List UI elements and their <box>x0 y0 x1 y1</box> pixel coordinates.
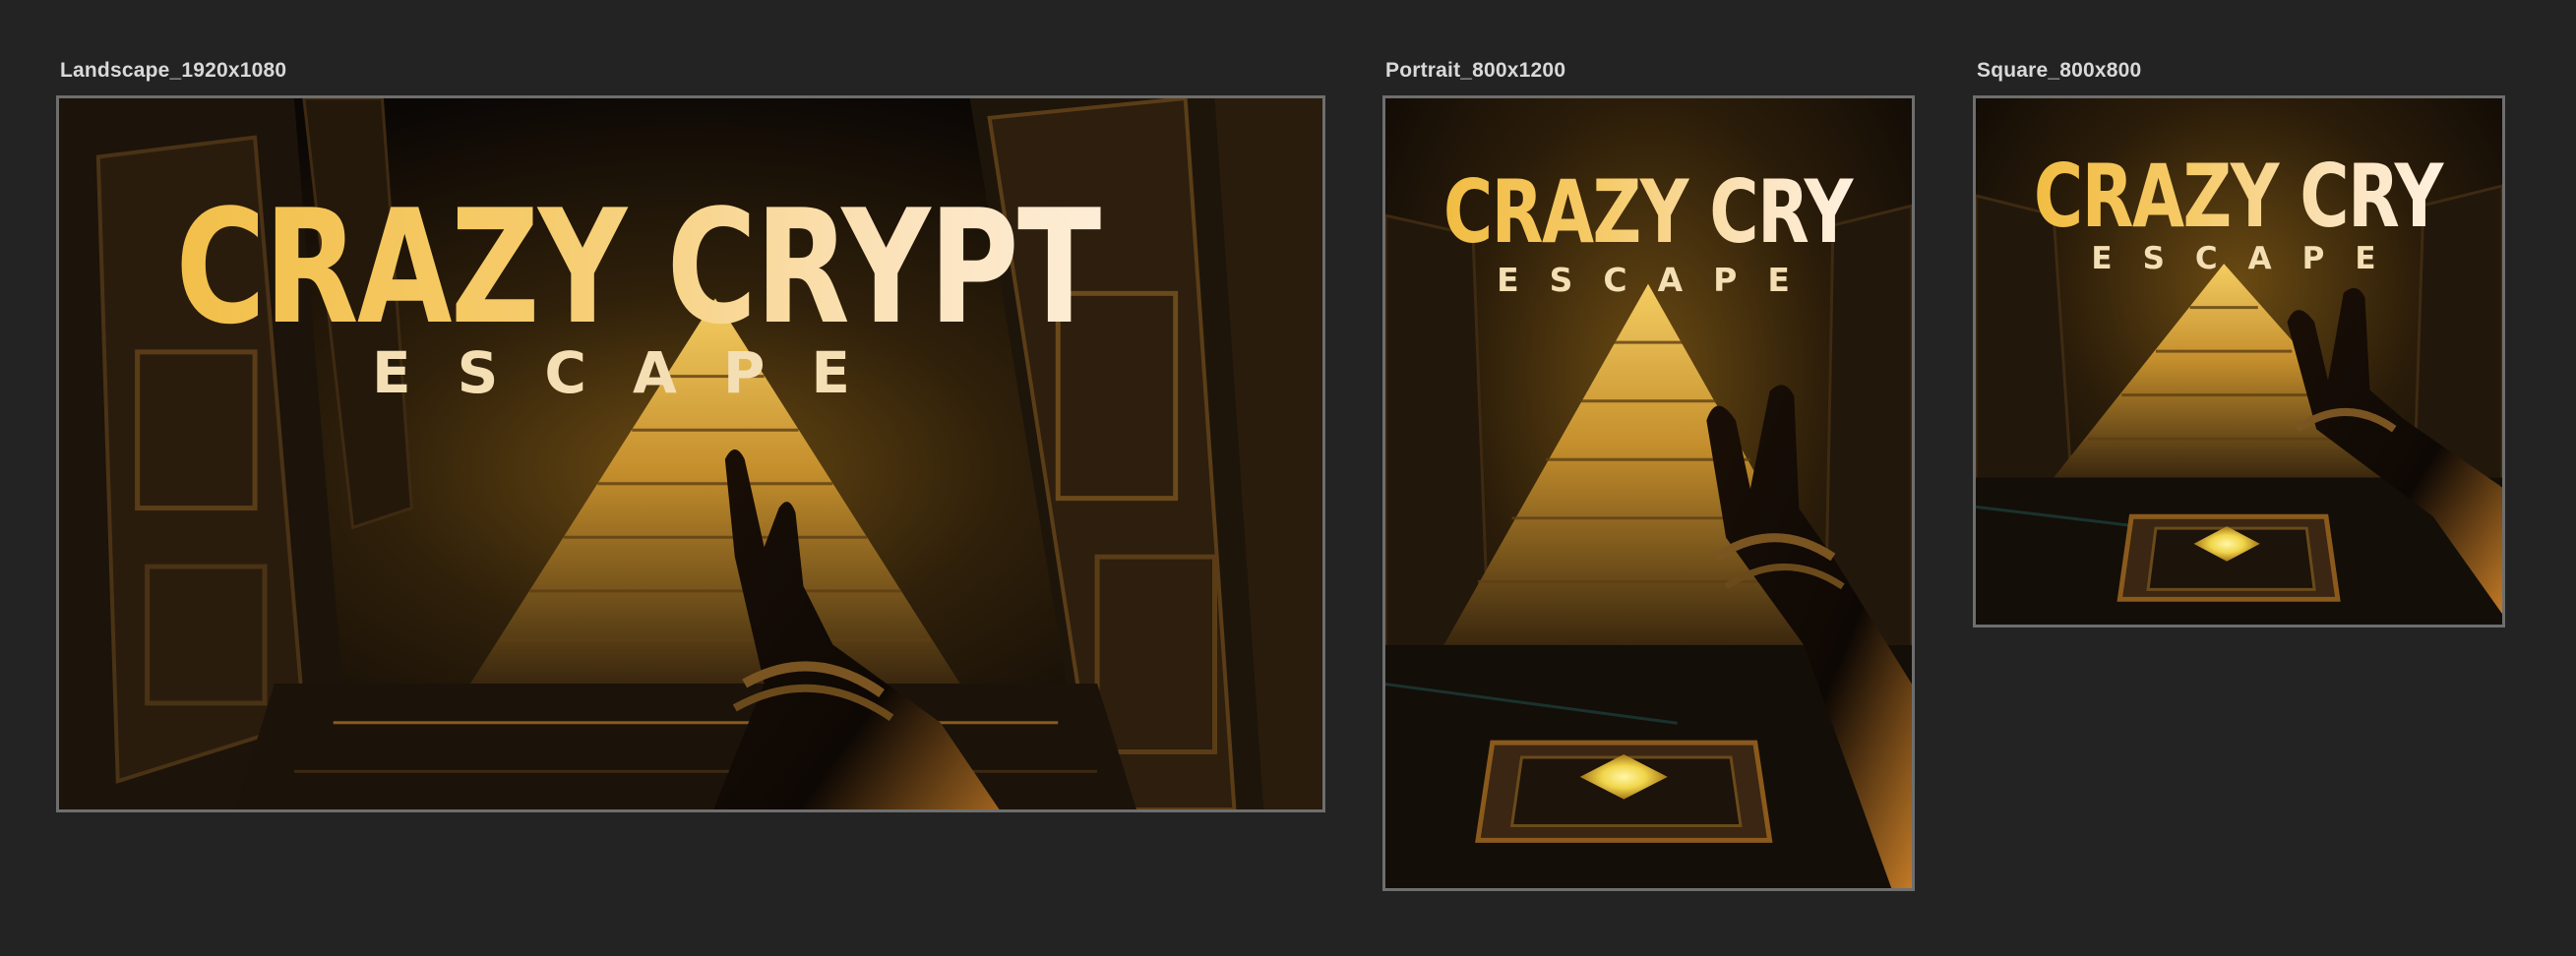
game-title: CRAZY CRYPT <box>2033 146 2505 247</box>
game-title: CRAZY CRYPT <box>1442 161 1915 263</box>
game-subtitle: ESCAPE <box>1497 261 1820 299</box>
artboard-label-square[interactable]: Square_800x800 <box>1977 59 2141 83</box>
design-canvas: Landscape_1920x1080 CRAZY CRYPT ESCAPE P… <box>0 0 2576 956</box>
game-subtitle: ESCAPE <box>2091 241 2407 276</box>
artboard-square[interactable]: CRAZY CRYPT ESCAPE <box>1973 95 2505 627</box>
artboard-portrait[interactable]: CRAZY CRYPT ESCAPE <box>1382 95 1915 891</box>
artboard-label-landscape[interactable]: Landscape_1920x1080 <box>60 59 286 83</box>
game-subtitle: ESCAPE <box>372 339 896 406</box>
artboard-label-portrait[interactable]: Portrait_800x1200 <box>1385 59 1565 83</box>
artboard-landscape[interactable]: CRAZY CRYPT ESCAPE <box>56 95 1325 812</box>
game-title: CRAZY CRYPT <box>103 184 1172 351</box>
